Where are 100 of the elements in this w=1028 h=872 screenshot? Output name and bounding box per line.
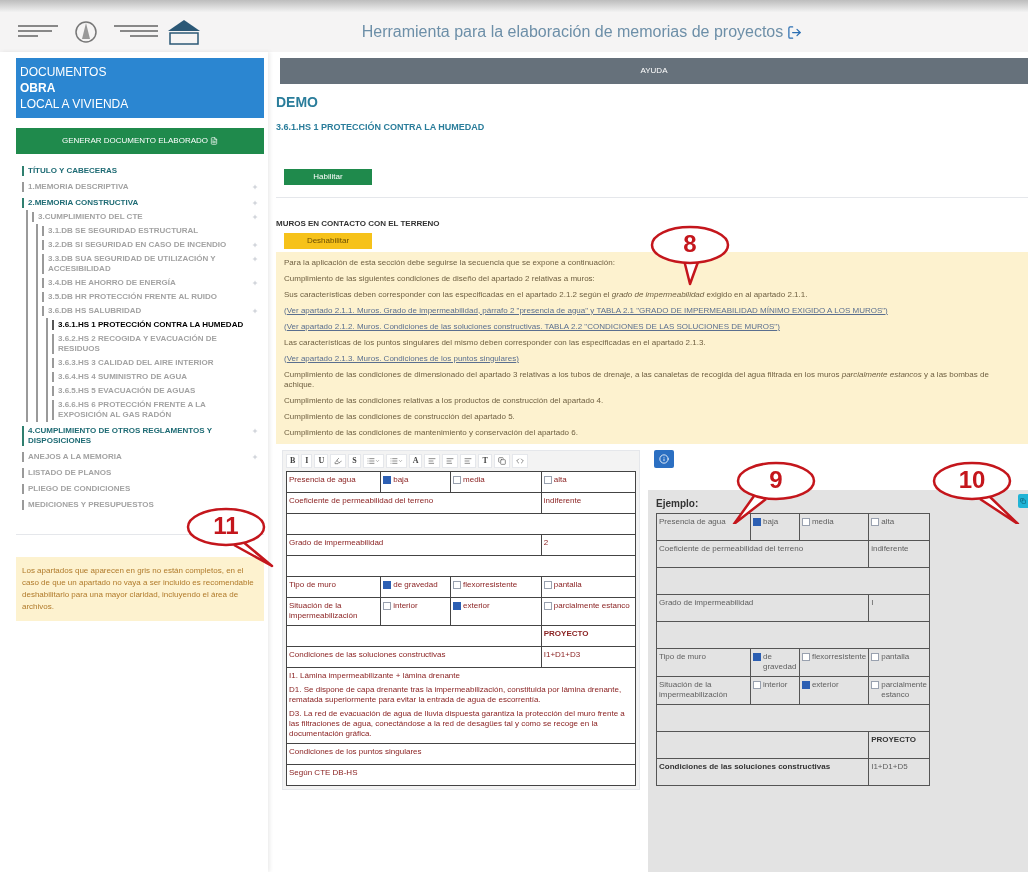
toolbar-button[interactable]: I xyxy=(301,453,313,468)
cell-text: Situación de la impermeabilización xyxy=(659,679,728,699)
expand-icon[interactable] xyxy=(252,428,258,434)
checkbox-label: media xyxy=(463,474,485,485)
expand-icon[interactable] xyxy=(252,454,258,460)
checkbox[interactable] xyxy=(753,652,761,661)
cell-text: Presencia de agua xyxy=(659,516,726,526)
enable-button[interactable]: Habilitar xyxy=(284,168,372,185)
nav-item[interactable]: 3.3.DB SUA SEGURIDAD DE UTILIZACIÓN Y ACCESIBILIDAD xyxy=(48,254,238,274)
checkbox[interactable] xyxy=(453,475,461,484)
nav-item[interactable]: PLIEGO DE CONDICIONES xyxy=(28,484,131,494)
expand-icon[interactable] xyxy=(252,256,258,262)
expand-icon[interactable] xyxy=(252,308,258,314)
toolbar-button[interactable]: A xyxy=(408,453,423,468)
checkbox[interactable] xyxy=(543,601,552,610)
checkbox[interactable] xyxy=(543,475,552,484)
expand-icon[interactable] xyxy=(252,184,258,190)
nav-item[interactable]: 3.1.DB SE SEGURIDAD ESTRUCTURAL xyxy=(48,226,199,236)
nav-item[interactable]: 3.6.1.HS 1 PROTECCIÓN CONTRA LA HUMEDAD xyxy=(58,320,244,330)
generate-button[interactable]: GENERAR DOCUMENTO ELABORADO xyxy=(16,128,264,154)
project-name: OBRA xyxy=(20,80,57,96)
code-icon[interactable] xyxy=(515,456,524,465)
nav-item[interactable]: LISTADO DE PLANOS xyxy=(28,468,112,478)
checkbox[interactable] xyxy=(543,580,552,589)
nav-item[interactable]: MEDICIONES Y PRESUPUESTOS xyxy=(28,500,154,510)
nav-item[interactable]: ANEJOS A LA MEMORIA xyxy=(28,452,122,462)
disable-button[interactable]: Deshabilitar xyxy=(284,232,372,249)
cell-text: Coeficiente de permeabilidad del terreno xyxy=(659,543,804,553)
checkbox[interactable] xyxy=(871,680,880,689)
nav-item[interactable]: 2.MEMORIA CONSTRUCTIVA xyxy=(28,198,139,208)
project-type: LOCAL A VIVIENDA xyxy=(20,96,130,112)
nav-item[interactable]: 3.6.2.HS 2 RECOGIDA Y EVACUACIÓN DE RESIDUOS xyxy=(58,334,248,354)
toolbar-button[interactable]: S xyxy=(348,453,361,468)
expand-icon[interactable] xyxy=(252,200,258,206)
checkbox[interactable] xyxy=(801,517,810,526)
checkbox-label: de gravedad xyxy=(393,579,438,590)
project-title: DEMO xyxy=(276,93,319,112)
checkbox[interactable] xyxy=(383,475,392,484)
instruction-text: Para la aplicación de esta sección debe seguirse la secuencia que se expone a continuación: xyxy=(284,257,616,268)
nav-item[interactable]: 3.6.4.HS 4 SUMINISTRO DE AGUA xyxy=(58,372,188,382)
align-icon[interactable] xyxy=(446,456,455,465)
checkbox[interactable] xyxy=(871,652,880,661)
reference-link[interactable]: (Ver apartado 2.1.3. Muros. Condiciones de los puntos singulares) xyxy=(284,353,1020,364)
list-icon[interactable] xyxy=(389,456,398,465)
nav-item[interactable]: 3.2.DB SI SEGURIDAD EN CASO DE INCENDIO xyxy=(48,240,227,250)
copy-icon[interactable] xyxy=(497,456,506,465)
checkbox[interactable] xyxy=(383,580,392,589)
checkbox[interactable] xyxy=(753,517,761,526)
instruction-text: Sus características deben corresponder con las especificadas en el apartado 2.1.2 según el grado de impermeabilidad exigido en al apartado 2.1.1. xyxy=(284,289,809,300)
nav-item[interactable]: 3.4.DB HE AHORRO DE ENERGÍA xyxy=(48,278,176,288)
app-title: Herramienta para la elaboración de memorias de proyectos xyxy=(361,22,784,42)
checkbox-label: pantalla xyxy=(881,651,910,662)
toolbar-button[interactable]: T xyxy=(478,453,492,468)
cell-text: Según CTE DB-HS xyxy=(289,767,358,777)
cell-text: Presencia de agua xyxy=(289,474,356,484)
checkbox[interactable] xyxy=(453,601,461,610)
instruction-text: Cumplimiento de las siguientes condiciones de diseño del apartado 2 relativas a muros: xyxy=(284,273,596,284)
checkbox-label: exterior xyxy=(463,600,490,611)
checkbox[interactable] xyxy=(753,680,761,689)
nav-item[interactable]: 3.6.DB HS SALUBRIDAD xyxy=(48,306,142,316)
nav-item[interactable]: 3.6.5.HS 5 EVACUACIÓN DE AGUAS xyxy=(58,386,196,396)
checkbox[interactable] xyxy=(383,601,392,610)
cell-paragraph: I1. Lámina impermeabilizante + lámina drenante xyxy=(289,670,461,681)
checkbox[interactable] xyxy=(801,652,810,661)
checkbox[interactable] xyxy=(871,517,880,526)
checkbox[interactable] xyxy=(801,680,810,689)
nav-item[interactable]: 1.MEMORIA DESCRIPTIVA xyxy=(28,182,129,192)
cell-text: Condiciones de los puntos singulares xyxy=(289,746,422,756)
list-icon[interactable] xyxy=(366,456,375,465)
toolbar-button[interactable]: B xyxy=(286,453,300,468)
copy-button[interactable] xyxy=(1018,493,1028,508)
nav-item[interactable]: 4.CUMPLIMIENTO DE OTROS REGLAMENTOS Y DISPOSICIONES xyxy=(28,426,218,446)
toolbar-button[interactable]: U xyxy=(314,453,329,468)
nav-item[interactable]: 3.6.6.HS 6 PROTECCIÓN FRENTE A LA EXPOSICIÓN AL GAS RADÓN xyxy=(58,400,248,420)
expand-icon[interactable] xyxy=(252,280,258,286)
align-icon[interactable] xyxy=(464,456,473,465)
cell-heading: PROYECTO xyxy=(871,734,916,744)
logout-icon[interactable] xyxy=(787,24,803,40)
checkbox-label: alta xyxy=(881,516,895,527)
nav-item[interactable]: 3.CUMPLIMIENTO DEL CTE xyxy=(38,212,143,222)
nav-item[interactable]: TÍTULO Y CABECERAS xyxy=(28,166,118,176)
expand-icon[interactable] xyxy=(252,242,258,248)
nav-item[interactable]: 3.6.3.HS 3 CALIDAD DEL AIRE INTERIOR xyxy=(58,358,214,368)
checkbox[interactable] xyxy=(453,580,461,589)
instruction-text: Cumplimiento de las condiciones relativas a los productos de construcción del apartado 4. xyxy=(284,395,605,406)
highlighter-icon[interactable] xyxy=(334,456,343,465)
checkbox-label: flexorresistente xyxy=(463,579,518,590)
reference-link[interactable]: (Ver apartado 2.1.1. Muros. Grado de impermeabilidad, párrafo 2 "presencia de agua" y TABLA 2.1 "GRADO DE IMPERMEABILIDAD MÍNIMO EXIGIDO A LOS MUROS") xyxy=(284,305,1020,316)
expand-icon[interactable] xyxy=(252,214,258,220)
cell-text: 2 xyxy=(543,537,549,547)
reference-link[interactable]: (Ver apartado 2.1.2. Muros. Condiciones de las soluciones constructivas. TABLA 2.2 "CONDICIONES DE LAS SOLUCIONES DE MUROS") xyxy=(284,321,1020,332)
cell-text: indiferente xyxy=(871,543,909,553)
help-button[interactable]: AYUDA xyxy=(280,58,1028,84)
cell-text: Grado de impermeabilidad xyxy=(659,597,754,607)
info-button[interactable] xyxy=(654,449,674,468)
checkbox-label: parcialmente estanco xyxy=(881,679,927,700)
align-icon[interactable] xyxy=(428,456,437,465)
example-title: Ejemplo: xyxy=(656,496,699,511)
nav-item[interactable]: 3.5.DB HR PROTECCIÓN FRENTE AL RUIDO xyxy=(48,292,217,302)
checkbox-label: baja xyxy=(763,516,779,527)
